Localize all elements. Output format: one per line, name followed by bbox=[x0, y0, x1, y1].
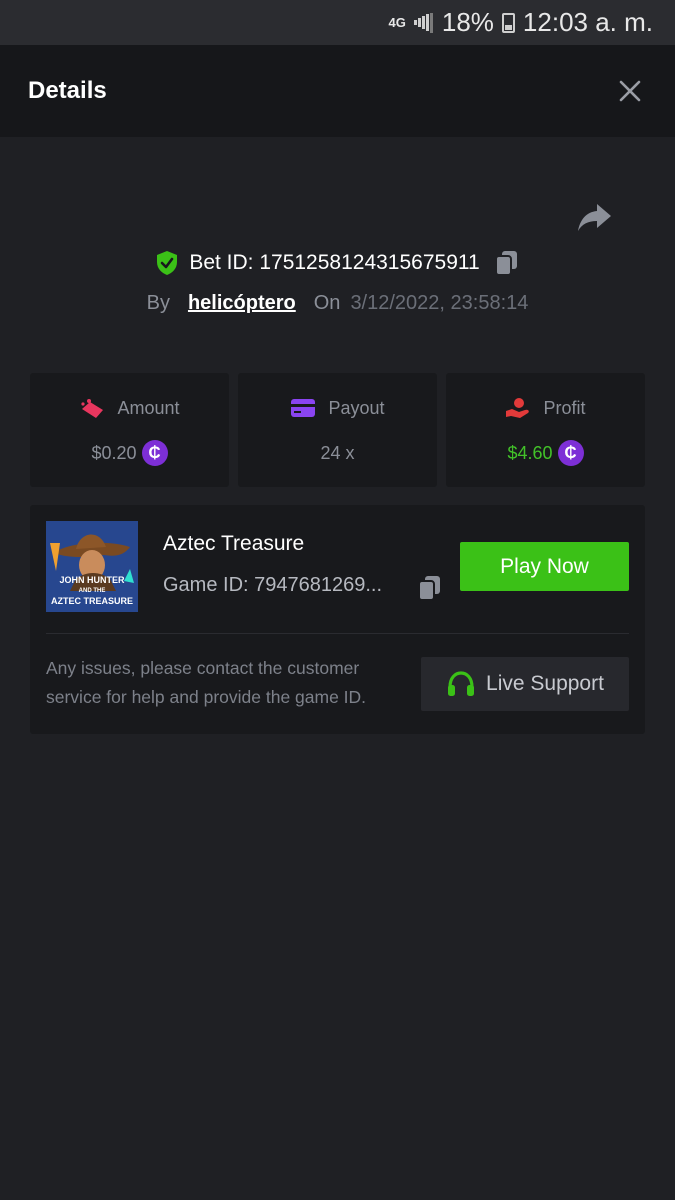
battery-icon bbox=[501, 12, 515, 33]
game-thumbnail[interactable]: JOHN HUNTER AND THE AZTEC TREASURE bbox=[46, 521, 138, 612]
username-link[interactable]: helicóptero bbox=[188, 292, 296, 315]
clock: 12:03 a. m. bbox=[522, 7, 653, 37]
bet-date: 3/12/2022, 23:58:14 bbox=[350, 291, 529, 314]
profit-label: Profit bbox=[543, 397, 586, 418]
bet-meta-row: By helicóptero On 3/12/2022, 23:58:14 bbox=[0, 286, 675, 320]
amount-card: Amount $0.20 ₵ bbox=[30, 373, 229, 487]
divider bbox=[46, 633, 629, 634]
headset-icon bbox=[446, 670, 476, 698]
details-header: Details bbox=[0, 45, 675, 137]
bet-id: Bet ID: 1751258124315675911 bbox=[189, 251, 480, 274]
by-label: By bbox=[146, 291, 170, 314]
amount-value: $0.20 bbox=[91, 442, 137, 463]
signal-icon bbox=[413, 12, 434, 33]
amount-label: Amount bbox=[117, 397, 180, 418]
copy-game-id-button[interactable] bbox=[417, 574, 443, 607]
live-support-label: Live Support bbox=[486, 672, 604, 695]
network-type: 4G bbox=[388, 14, 406, 30]
card-icon bbox=[290, 398, 316, 418]
svg-text:AZTEC TREASURE: AZTEC TREASURE bbox=[51, 596, 133, 606]
payout-value: 24 x bbox=[320, 442, 355, 463]
amount-icon bbox=[79, 397, 105, 419]
share-button[interactable] bbox=[577, 200, 613, 234]
verified-shield-icon bbox=[155, 250, 179, 276]
battery-percent: 18% bbox=[441, 7, 494, 37]
bet-id-row: Bet ID: 1751258124315675911 bbox=[0, 244, 675, 282]
status-bar: 4G 18% 12:03 a. m. bbox=[0, 0, 675, 45]
svg-text:AND THE: AND THE bbox=[79, 588, 106, 594]
play-now-button[interactable]: Play Now bbox=[460, 542, 629, 591]
coin-icon: ₵ bbox=[557, 440, 584, 466]
copy-bet-id-button[interactable] bbox=[494, 249, 520, 277]
game-panel: JOHN HUNTER AND THE AZTEC TREASURE Aztec… bbox=[30, 505, 645, 734]
on-label: On bbox=[313, 291, 341, 314]
profit-icon bbox=[505, 397, 531, 419]
share-icon bbox=[578, 204, 611, 231]
svg-text:JOHN HUNTER: JOHN HUNTER bbox=[59, 575, 125, 585]
support-notice: Any issues, please contact the customer … bbox=[46, 658, 367, 707]
bet-stats: Amount $0.20 ₵ Payout 24 x Profit $4.60 … bbox=[30, 373, 645, 487]
close-button[interactable] bbox=[613, 74, 647, 108]
payout-label: Payout bbox=[328, 397, 385, 418]
profit-value: $4.60 bbox=[507, 442, 553, 463]
close-icon bbox=[619, 80, 641, 102]
payout-card: Payout 24 x bbox=[238, 373, 437, 487]
game-name: Aztec Treasure bbox=[163, 532, 305, 555]
page-title: Details bbox=[28, 77, 107, 104]
profit-card: Profit $4.60 ₵ bbox=[446, 373, 645, 487]
copy-icon bbox=[418, 576, 440, 601]
game-id: Game ID: 7947681269... bbox=[163, 574, 383, 596]
live-support-button[interactable]: Live Support bbox=[421, 657, 629, 711]
copy-icon bbox=[494, 251, 517, 276]
coin-icon: ₵ bbox=[141, 440, 168, 466]
